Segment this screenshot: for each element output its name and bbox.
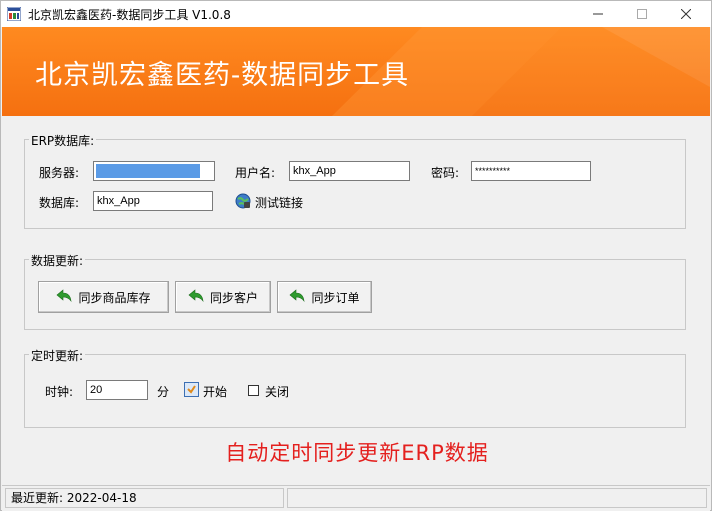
sync-customers-button[interactable]: 同步客户 [175, 281, 271, 313]
test-link-button[interactable]: 测试链接 [235, 193, 303, 212]
sync-inventory-button[interactable]: 同步商品库存 [38, 281, 169, 313]
maximize-button[interactable] [619, 1, 665, 27]
start-icon [184, 382, 199, 400]
back-arrow-icon [188, 288, 204, 306]
status-last-update: 最近更新: 2022-04-18 [5, 488, 284, 508]
username-label: 用户名: [235, 166, 276, 180]
status-right-panel [287, 488, 707, 508]
window-title: 北京凯宏鑫医药-数据同步工具 V1.0.8 [28, 8, 231, 22]
clock-label: 时钟: [45, 385, 74, 399]
clock-minutes-input[interactable]: 20 [86, 380, 148, 400]
password-input[interactable]: ********** [471, 161, 591, 181]
app-window: 北京凯宏鑫医药-数据同步工具 V1.0.8 北京凯宏鑫医药-数据同步工具 ERP… [0, 0, 712, 511]
server-label: 服务器: [39, 166, 80, 180]
close-checkbox[interactable] [248, 385, 259, 396]
status-bar: 最近更新: 2022-04-18 [2, 485, 710, 511]
sync-orders-label: 同步订单 [311, 290, 360, 305]
close-checkbox-label: 关闭 [265, 385, 290, 399]
title-bar[interactable]: 北京凯宏鑫医药-数据同步工具 V1.0.8 [1, 1, 711, 27]
data-update-group-label: 数据更新: [29, 252, 86, 269]
close-button[interactable] [663, 1, 709, 27]
sync-orders-button[interactable]: 同步订单 [277, 281, 372, 313]
password-label: 密码: [431, 166, 460, 180]
globe-icon [235, 193, 251, 212]
timer-group-label: 定时更新: [29, 347, 86, 364]
username-input[interactable]: khx_App [289, 161, 410, 181]
test-link-label: 测试链接 [255, 196, 304, 210]
banner-title: 北京凯宏鑫医药-数据同步工具 [35, 60, 410, 91]
minimize-button[interactable] [575, 1, 621, 27]
header-banner: 北京凯宏鑫医药-数据同步工具 [2, 27, 710, 116]
database-input[interactable]: khx_App [93, 191, 213, 211]
back-arrow-icon [56, 288, 72, 306]
back-arrow-icon [289, 288, 305, 306]
sync-inventory-label: 同步商品库存 [78, 290, 151, 305]
minutes-unit-label: 分 [157, 385, 170, 399]
auto-sync-message: 自动定时同步更新ERP数据 [225, 441, 489, 465]
erp-group-label: ERP数据库: [29, 132, 97, 149]
app-icon [6, 6, 22, 22]
server-input-selection [96, 164, 200, 178]
sync-customers-label: 同步客户 [209, 290, 258, 305]
database-label: 数据库: [39, 196, 80, 210]
erp-database-group: ERP数据库: [24, 132, 686, 229]
server-input[interactable] [93, 161, 215, 181]
start-label: 开始 [203, 384, 228, 399]
start-button[interactable]: 开始 [184, 382, 227, 400]
